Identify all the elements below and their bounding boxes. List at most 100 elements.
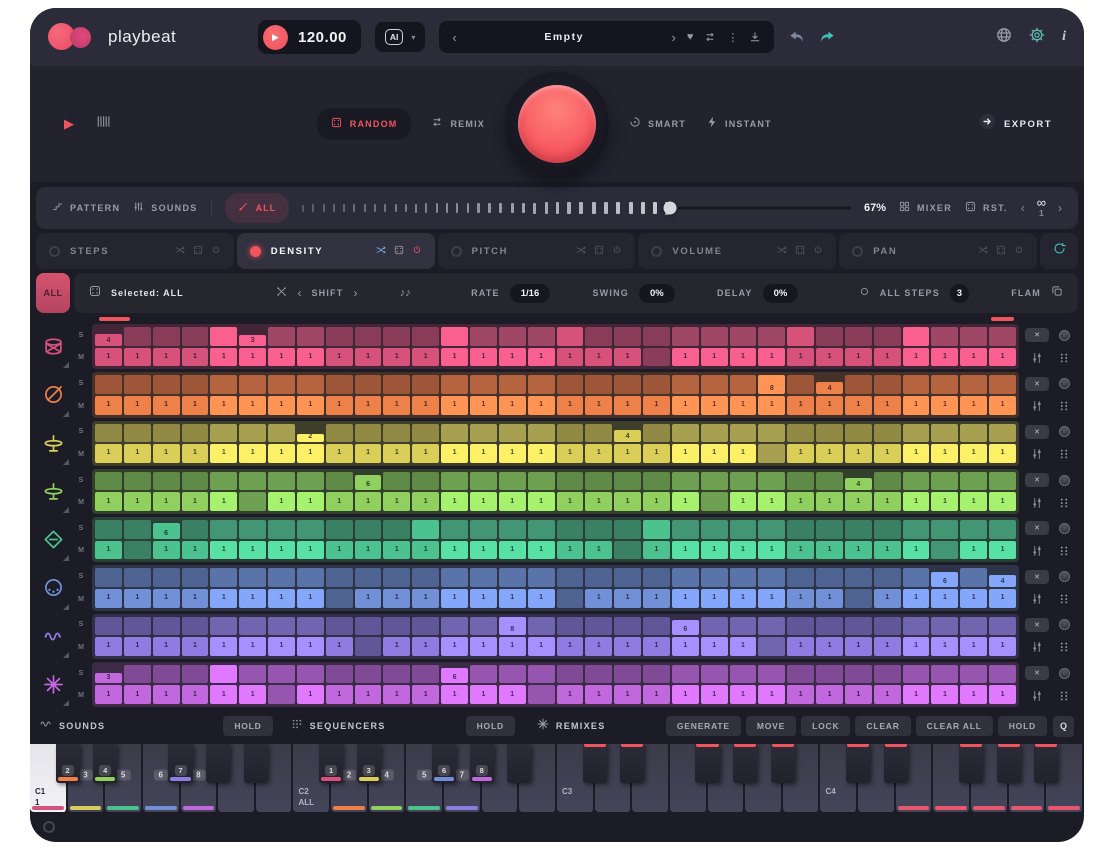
clear-all-button[interactable]: CLEAR ALL bbox=[916, 716, 993, 736]
step-cell[interactable]: 1 bbox=[210, 444, 237, 463]
step-cell[interactable]: 1 bbox=[355, 348, 382, 367]
accent-step-cell[interactable] bbox=[528, 424, 555, 443]
accent-step-cell[interactable]: 8 bbox=[758, 375, 785, 394]
step-cell[interactable]: 1 bbox=[124, 685, 151, 704]
step-cell[interactable]: 1 bbox=[816, 348, 843, 367]
step-cell[interactable]: 1 bbox=[787, 589, 814, 608]
accent-step-cell[interactable] bbox=[989, 617, 1016, 636]
flam-label[interactable]: FLAM bbox=[1011, 288, 1041, 298]
accent-step-cell[interactable] bbox=[903, 327, 930, 346]
accent-step-cell[interactable] bbox=[239, 568, 266, 587]
step-cell[interactable]: 1 bbox=[874, 541, 901, 560]
accent-step-cell[interactable] bbox=[787, 424, 814, 443]
accent-step-cell[interactable] bbox=[383, 617, 410, 636]
step-cell[interactable]: 1 bbox=[557, 444, 584, 463]
step-cell[interactable] bbox=[643, 348, 670, 367]
step-cell[interactable]: 1 bbox=[585, 637, 612, 656]
accent-step-cell[interactable] bbox=[297, 568, 324, 587]
accent-step-cell[interactable] bbox=[297, 472, 324, 491]
accent-step-cell[interactable] bbox=[124, 665, 151, 684]
step-cell[interactable]: 1 bbox=[758, 589, 785, 608]
step-cell[interactable]: 1 bbox=[960, 348, 987, 367]
step-cell[interactable]: 1 bbox=[95, 348, 122, 367]
accent-step-cell[interactable] bbox=[931, 520, 958, 539]
step-cell[interactable]: 1 bbox=[903, 492, 930, 511]
accent-step-cell[interactable] bbox=[672, 424, 699, 443]
step-cell[interactable]: 1 bbox=[701, 589, 728, 608]
copy-icon[interactable] bbox=[1051, 284, 1063, 302]
accent-step-cell[interactable] bbox=[470, 568, 497, 587]
track-knob[interactable] bbox=[1059, 523, 1070, 534]
step-cell[interactable]: 1 bbox=[585, 348, 612, 367]
dice-icon[interactable] bbox=[394, 242, 404, 260]
kick-icon[interactable] bbox=[36, 324, 70, 369]
slider-track[interactable] bbox=[678, 207, 851, 210]
step-cell[interactable]: 1 bbox=[182, 492, 209, 511]
step-cell[interactable]: 1 bbox=[182, 589, 209, 608]
step-cell[interactable]: 1 bbox=[758, 685, 785, 704]
accent-step-cell[interactable] bbox=[816, 424, 843, 443]
step-cell[interactable]: 1 bbox=[903, 348, 930, 367]
accent-step-cell[interactable] bbox=[585, 327, 612, 346]
accent-step-cell[interactable] bbox=[268, 617, 295, 636]
accent-step-cell[interactable] bbox=[182, 665, 209, 684]
step-cell[interactable]: 1 bbox=[931, 589, 958, 608]
random-button[interactable]: RANDOM bbox=[317, 108, 412, 140]
accent-step-cell[interactable] bbox=[239, 617, 266, 636]
accent-step-cell[interactable]: 6 bbox=[441, 665, 468, 684]
step-cell[interactable]: 1 bbox=[182, 637, 209, 656]
step-cell[interactable]: 1 bbox=[787, 444, 814, 463]
step-cell[interactable]: 1 bbox=[643, 685, 670, 704]
dice-icon[interactable] bbox=[594, 242, 604, 260]
accent-step-cell[interactable]: 6 bbox=[672, 617, 699, 636]
accent-step-cell[interactable] bbox=[903, 375, 930, 394]
accent-step-cell[interactable] bbox=[383, 327, 410, 346]
accent-step-cell[interactable] bbox=[816, 617, 843, 636]
step-cell[interactable]: 1 bbox=[470, 541, 497, 560]
step-cell[interactable]: 1 bbox=[845, 396, 872, 415]
accent-step-cell[interactable] bbox=[989, 472, 1016, 491]
accent-step-cell[interactable] bbox=[355, 520, 382, 539]
step-cell[interactable]: 1 bbox=[585, 589, 612, 608]
accent-step-cell[interactable] bbox=[470, 472, 497, 491]
accent-step-cell[interactable] bbox=[210, 375, 237, 394]
step-cell[interactable]: 1 bbox=[268, 589, 295, 608]
track-knob[interactable] bbox=[1059, 619, 1070, 630]
accent-step-cell[interactable] bbox=[585, 472, 612, 491]
main-trigger-button[interactable] bbox=[505, 72, 609, 176]
step-cell[interactable]: 1 bbox=[297, 637, 324, 656]
step-cell[interactable]: 1 bbox=[614, 589, 641, 608]
accent-step-cell[interactable] bbox=[672, 568, 699, 587]
step-cell[interactable]: 1 bbox=[412, 396, 439, 415]
step-cell[interactable]: 1 bbox=[614, 637, 641, 656]
accent-step-cell[interactable] bbox=[989, 665, 1016, 684]
step-cell[interactable]: 1 bbox=[557, 541, 584, 560]
step-cell[interactable]: 1 bbox=[124, 589, 151, 608]
step-cell[interactable]: 1 bbox=[95, 589, 122, 608]
accent-step-cell[interactable] bbox=[614, 617, 641, 636]
sounds-hold-button[interactable]: HOLD bbox=[223, 716, 272, 736]
tab-steps[interactable]: STEPS bbox=[36, 233, 234, 269]
remix-button[interactable]: REMIX bbox=[431, 115, 485, 133]
step-cell[interactable]: 1 bbox=[989, 444, 1016, 463]
accent-step-cell[interactable] bbox=[499, 665, 526, 684]
step-cell[interactable]: 1 bbox=[903, 396, 930, 415]
accent-step-cell[interactable] bbox=[585, 665, 612, 684]
accent-step-cell[interactable] bbox=[239, 375, 266, 394]
step-cell[interactable]: 1 bbox=[182, 348, 209, 367]
step-cell[interactable]: 1 bbox=[585, 396, 612, 415]
step-cell[interactable]: 1 bbox=[124, 637, 151, 656]
accent-step-cell[interactable] bbox=[441, 327, 468, 346]
step-cell[interactable] bbox=[758, 444, 785, 463]
accent-step-cell[interactable] bbox=[960, 375, 987, 394]
accent-step-cell[interactable] bbox=[470, 520, 497, 539]
accent-step-cell[interactable] bbox=[874, 617, 901, 636]
accent-step-cell[interactable] bbox=[730, 568, 757, 587]
step-cell[interactable]: 1 bbox=[960, 685, 987, 704]
step-cell[interactable]: 1 bbox=[845, 492, 872, 511]
step-cell[interactable]: 1 bbox=[643, 444, 670, 463]
accent-step-cell[interactable] bbox=[672, 472, 699, 491]
step-cell[interactable]: 1 bbox=[845, 637, 872, 656]
step-cell[interactable]: 1 bbox=[643, 396, 670, 415]
step-cell[interactable]: 1 bbox=[960, 492, 987, 511]
